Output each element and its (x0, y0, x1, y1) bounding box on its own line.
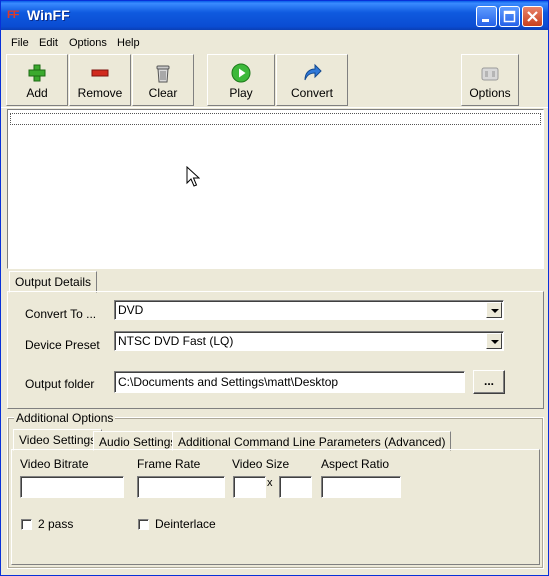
app-logo-icon: FF (7, 9, 19, 21)
play-label: Play (229, 86, 253, 100)
frame-rate-input[interactable] (137, 476, 225, 498)
trash-can-icon (156, 65, 170, 83)
frame-rate-label: Frame Rate (137, 457, 201, 471)
convert-to-label: Convert To ... (25, 307, 97, 321)
window-title: WinFF (27, 7, 70, 23)
tab-output-details[interactable]: Output Details (9, 271, 98, 293)
video-height-input[interactable] (279, 476, 312, 498)
output-details-panel: Convert To ... DVD Device Preset NTSC DV… (7, 291, 544, 409)
tab-video-settings[interactable]: Video Settings (13, 429, 103, 451)
chevron-down-icon[interactable] (486, 302, 502, 318)
deinterlace-checkbox[interactable] (138, 519, 149, 530)
file-list[interactable] (7, 109, 544, 269)
menu-bar: File Edit Options Help (1, 31, 548, 51)
video-settings-panel: Video Bitrate Frame Rate Video Size x As… (11, 449, 540, 565)
add-label: Add (26, 86, 48, 100)
additional-options-legend: Additional Options (14, 411, 116, 425)
tab-advanced-parameters[interactable]: Additional Command Line Parameters (Adva… (172, 431, 452, 451)
two-pass-label: 2 pass (38, 517, 74, 531)
convert-to-select[interactable]: DVD (114, 300, 504, 320)
size-separator: x (267, 477, 273, 489)
minus-icon (91, 69, 109, 77)
remove-button[interactable]: Remove (69, 54, 131, 106)
title-bar[interactable]: FF WinFF (1, 1, 548, 30)
close-button[interactable] (522, 6, 543, 27)
toolbar: Add Remove Clear Play Convert Options (1, 52, 548, 108)
two-pass-checkbox[interactable] (21, 519, 32, 530)
maximize-button[interactable] (499, 6, 520, 27)
output-folder-input[interactable]: C:\Documents and Settings\matt\Desktop (114, 371, 465, 393)
convert-button[interactable]: Convert (276, 54, 348, 106)
browse-folder-button[interactable]: ... (473, 370, 505, 394)
device-preset-select[interactable]: NTSC DVD Fast (LQ) (114, 331, 504, 351)
app-window: FF WinFF File Edit Options Help Add Remo… (0, 0, 549, 576)
options-icon (481, 67, 499, 81)
tab-audio-settings[interactable]: Audio Settings (93, 431, 183, 451)
menu-options[interactable]: Options (69, 37, 107, 49)
convert-arrow-icon (304, 63, 322, 81)
video-size-label: Video Size (232, 457, 290, 471)
close-icon (527, 11, 538, 22)
output-folder-value: C:\Documents and Settings\matt\Desktop (118, 375, 339, 389)
chevron-down-icon[interactable] (486, 333, 502, 349)
deinterlace-label: Deinterlace (155, 517, 216, 531)
minimize-icon (482, 19, 489, 22)
menu-file[interactable]: File (11, 37, 29, 49)
list-focus-rect (10, 113, 541, 125)
mouse-pointer-icon (186, 166, 200, 187)
device-preset-label: Device Preset (25, 338, 100, 352)
convert-to-value: DVD (118, 303, 144, 317)
clear-button[interactable]: Clear (132, 54, 194, 106)
aspect-ratio-label: Aspect Ratio (321, 457, 390, 471)
device-preset-value: NTSC DVD Fast (LQ) (118, 334, 234, 348)
options-label: Options (469, 86, 511, 100)
video-width-input[interactable] (233, 476, 266, 498)
output-folder-label: Output folder (25, 377, 95, 391)
minimize-button[interactable] (476, 6, 497, 27)
play-icon (231, 63, 251, 83)
plus-icon (28, 64, 46, 82)
play-button[interactable]: Play (207, 54, 275, 106)
menu-help[interactable]: Help (117, 37, 140, 49)
menu-edit[interactable]: Edit (39, 37, 58, 49)
convert-label: Convert (290, 86, 334, 100)
video-bitrate-label: Video Bitrate (20, 457, 89, 471)
add-button[interactable]: Add (6, 54, 68, 106)
remove-label: Remove (77, 86, 123, 100)
clear-label: Clear (148, 86, 178, 100)
maximize-icon (503, 10, 516, 23)
video-bitrate-input[interactable] (20, 476, 124, 498)
aspect-ratio-input[interactable] (321, 476, 401, 498)
options-button[interactable]: Options (461, 54, 519, 106)
